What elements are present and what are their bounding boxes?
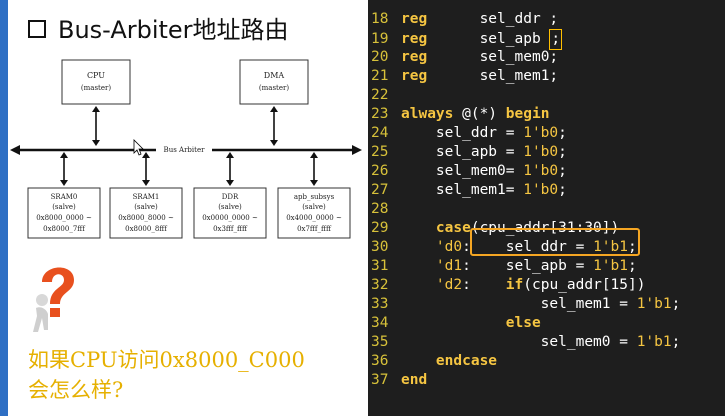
code-editor[interactable]: 18 reg sel_ddr ; 19 reg sel_apb ; 20 reg se… xyxy=(368,0,725,416)
slave-ddr-role: (salve) xyxy=(218,203,242,211)
slave-sram0-addr-start: 0x8000_0000 ~ xyxy=(36,214,92,222)
code-line: 20 reg sel_mem0; xyxy=(371,49,559,65)
question-line-2: 会怎么样? xyxy=(28,378,124,402)
question-mark-figure-icon xyxy=(33,267,74,332)
master-cpu: CPU (master) xyxy=(61,59,131,105)
bus-arbiter-diagram: CPU (master) DMA (master) Bus Arbiter SR… xyxy=(10,59,362,239)
code-line: 27 sel_mem1= 1'b0; xyxy=(371,182,567,198)
slave-sram1: SRAM1 (salve) 0x8000_8000 ~ 0x8000_8fff xyxy=(109,187,183,239)
code-line: 24 sel_ddr = 1'b0; xyxy=(371,125,567,141)
slave-apb-addr-end: 0x7fff_ffff xyxy=(297,225,332,233)
code-line: 34 else xyxy=(371,315,541,331)
slave-ddr-addr-end: 0x3fff_ffff xyxy=(213,225,248,233)
bullet-square-icon xyxy=(28,20,46,38)
master-cpu-role: (master) xyxy=(81,84,111,92)
case-expression-highlight xyxy=(470,228,640,256)
slide-title-text: Bus-Arbiter地址路由 xyxy=(58,16,289,44)
code-line: 32 'd2: if(cpu_addr[15]) xyxy=(371,277,646,293)
code-line: 36 endcase xyxy=(371,353,498,369)
master-dma-role: (master) xyxy=(259,84,289,92)
bus-label: Bus Arbiter xyxy=(164,146,206,154)
accent-bar xyxy=(0,0,8,416)
code-line: 31 'd1: sel_apb = 1'b1; xyxy=(371,258,637,274)
code-line: 18 reg sel_ddr ; xyxy=(371,11,559,27)
code-line: 23 always @(*) begin xyxy=(371,106,550,122)
slave-apb-addr-start: 0x4000_0000 ~ xyxy=(286,214,342,222)
slave-sram0-name: SRAM0 xyxy=(51,193,78,201)
code-line: 33 sel_mem1 = 1'b1; xyxy=(371,296,681,312)
slave-sram1-role: (salve) xyxy=(134,203,158,211)
code-line: 28 xyxy=(371,201,389,217)
master-dma: DMA (master) xyxy=(239,59,309,105)
slave-ddr-name: DDR xyxy=(222,193,239,201)
code-line: 26 sel_mem0= 1'b0; xyxy=(371,163,567,179)
master-arrows xyxy=(92,106,278,146)
code-line: 25 sel_apb = 1'b0; xyxy=(371,144,567,160)
slide-panel: Bus-Arbiter地址路由 CPU (master) DMA (master… xyxy=(0,0,368,416)
slave-arrows xyxy=(60,152,318,186)
code-line: 37 end xyxy=(371,372,428,388)
bus-line: Bus Arbiter xyxy=(10,144,362,155)
slave-ddr: DDR (salve) 0x0000_0000 ~ 0x3fff_ffff xyxy=(193,187,267,239)
slave-apb-subsys: apb_subsys (salve) 0x4000_0000 ~ 0x7fff_… xyxy=(277,187,351,239)
slave-sram1-name: SRAM1 xyxy=(133,193,160,201)
question-line-1: 如果CPU访问0x8000_C000 xyxy=(28,348,305,372)
slave-sram0-role: (salve) xyxy=(52,203,76,211)
slave-sram0: SRAM0 (salve) 0x8000_0000 ~ 0x8000_7fff xyxy=(27,187,101,239)
text-cursor: ; xyxy=(549,29,563,50)
mouse-pointer-icon xyxy=(133,139,144,156)
code-line: 35 sel_mem0 = 1'b1; xyxy=(371,334,681,350)
slide-title: Bus-Arbiter地址路由 xyxy=(28,10,289,45)
question-text: 如果CPU访问0x8000_C000 会怎么样? xyxy=(28,345,363,405)
slave-apb-role: (salve) xyxy=(302,203,326,211)
master-cpu-name: CPU xyxy=(87,71,105,80)
slave-sram0-addr-end: 0x8000_7fff xyxy=(43,225,86,233)
code-line: 22 xyxy=(371,87,389,103)
slave-apb-name: apb_subsys xyxy=(294,193,335,201)
code-line: 19 reg sel_apb ; xyxy=(368,29,563,50)
code-line: 21 reg sel_mem1; xyxy=(371,68,559,84)
slave-ddr-addr-start: 0x0000_0000 ~ xyxy=(202,214,258,222)
slave-sram1-addr-start: 0x8000_8000 ~ xyxy=(118,214,174,222)
slave-sram1-addr-end: 0x8000_8fff xyxy=(125,225,168,233)
master-dma-name: DMA xyxy=(264,71,285,80)
